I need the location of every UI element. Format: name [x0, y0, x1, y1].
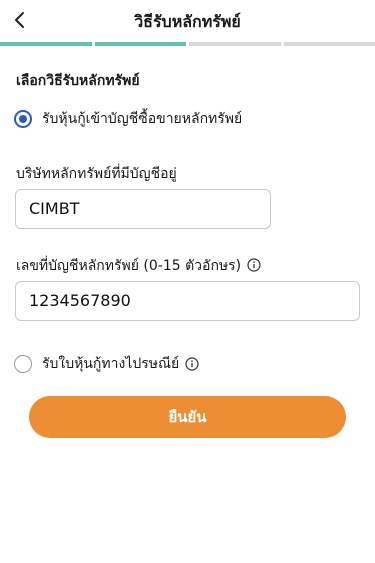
progress-step-4 — [283, 42, 375, 46]
broker-input[interactable]: CIMBT — [15, 189, 271, 229]
progress-step-1 — [0, 42, 92, 46]
progress-step-3 — [189, 42, 281, 46]
progress-step-2 — [94, 42, 186, 46]
section-title: เลือกวิธีรับหลักทรัพย์ — [16, 73, 140, 89]
account-number-input[interactable]: 1234567890 — [15, 281, 360, 321]
page-title: วิธีรับหลักทรัพย์ — [134, 12, 241, 31]
radio-option-account-label: รับหุ้นกู้เข้าบัญชีซื้อขายหลักทรัพย์ — [42, 111, 243, 127]
account-number-label: เลขที่บัญชีหลักทรัพย์ (0-15 ตัวอักษร) — [16, 255, 261, 277]
broker-field-label: บริษัทหลักทรัพย์ที่มีบัญชีอยู่ — [16, 166, 177, 182]
header-bar: วิธีรับหลักทรัพย์ — [0, 0, 375, 42]
info-icon[interactable] — [247, 258, 261, 272]
confirm-button[interactable]: ยืนยัน — [29, 396, 346, 438]
radio-selected-icon[interactable] — [14, 110, 32, 128]
account-number-label-text: เลขที่บัญชีหลักทรัพย์ (0-15 ตัวอักษร) — [16, 258, 242, 274]
radio-option-mail[interactable]: รับใบหุ้นกู้ทางไปรษณีย์ — [14, 353, 199, 375]
radio-option-account[interactable]: รับหุ้นกู้เข้าบัญชีซื้อขายหลักทรัพย์ — [14, 108, 242, 130]
radio-unselected-icon[interactable] — [14, 355, 32, 373]
info-icon[interactable] — [185, 357, 199, 371]
step-progress-bar — [0, 42, 375, 46]
radio-option-mail-label: รับใบหุ้นกู้ทางไปรษณีย์ — [42, 356, 180, 372]
